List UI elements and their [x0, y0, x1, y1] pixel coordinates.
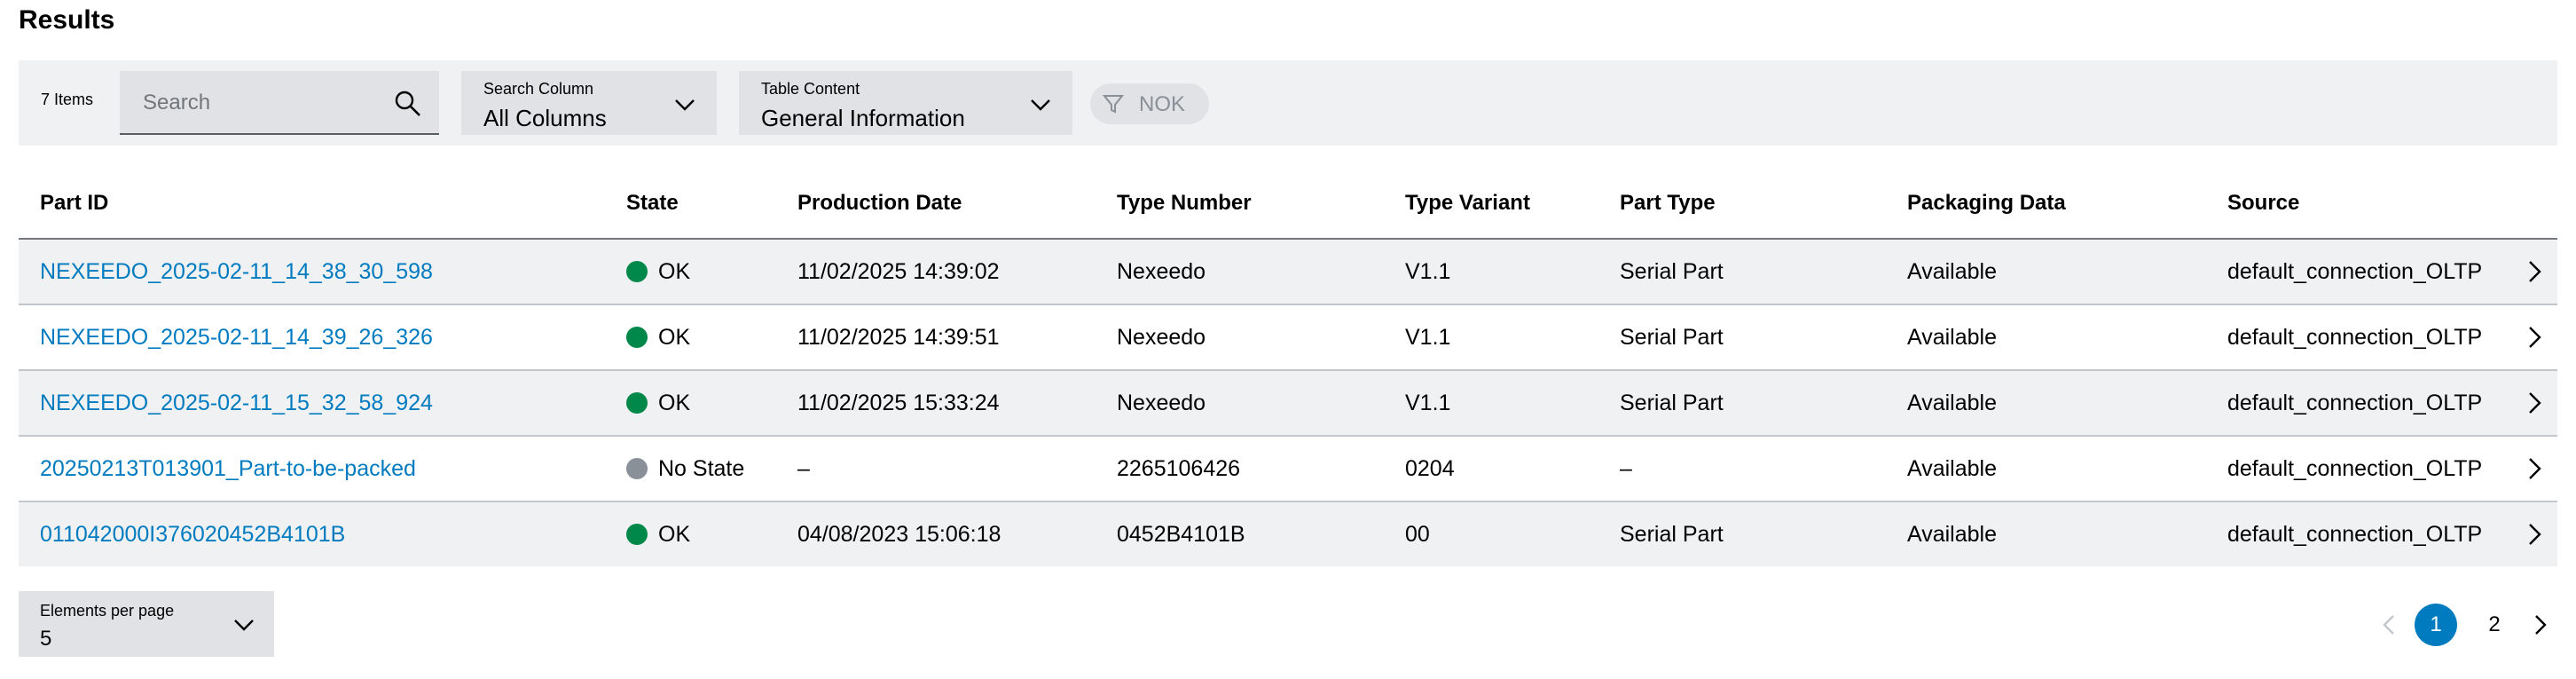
state-text: OK [658, 391, 691, 415]
production-date-cell: 11/02/2025 14:39:02 [797, 259, 1000, 284]
chevron-down-icon [1031, 99, 1050, 111]
source-cell: default_connection_OLTP [2227, 522, 2483, 547]
nok-filter-label: NOK [1139, 92, 1186, 116]
page-1-button[interactable]: 1 [2415, 604, 2457, 646]
part-type-cell: – [1620, 456, 1632, 481]
table-header: Part ID State Production Date Type Numbe… [19, 173, 2557, 240]
search-icon[interactable] [393, 89, 423, 119]
status-dot [626, 392, 648, 414]
source-cell: default_connection_OLTP [2227, 456, 2483, 481]
elements-per-page-label: Elements per page [40, 602, 175, 620]
state-cell: OK [626, 325, 690, 351]
packaging-data-cell: Available [1907, 259, 1998, 284]
header-type-variant[interactable]: Type Variant [1405, 191, 1530, 216]
header-part-type[interactable]: Part Type [1620, 191, 1716, 216]
chevron-down-icon [675, 99, 695, 111]
source-cell: default_connection_OLTP [2227, 259, 2483, 284]
type-variant-cell: V1.1 [1405, 391, 1451, 415]
type-variant-cell: V1.1 [1405, 259, 1451, 284]
chevron-right-icon[interactable] [2524, 391, 2545, 415]
status-dot [626, 458, 648, 479]
state-text: OK [658, 522, 691, 547]
state-text: No State [658, 456, 745, 481]
nok-filter-chip[interactable]: NOK [1090, 83, 1209, 124]
type-number-cell: Nexeedo [1117, 325, 1206, 350]
type-variant-cell: V1.1 [1405, 325, 1451, 350]
page-2-button[interactable]: 2 [2473, 604, 2516, 646]
source-cell: default_connection_OLTP [2227, 325, 2483, 350]
source-cell: default_connection_OLTP [2227, 391, 2483, 415]
production-date-cell: 04/08/2023 15:06:18 [797, 522, 1001, 547]
table-row[interactable]: NEXEEDO_2025-02-11_14_38_30_598 OK 11/02… [19, 240, 2557, 305]
header-part-id[interactable]: Part ID [40, 191, 108, 216]
part-id-link[interactable]: 011042000I376020452B4101B [40, 522, 345, 548]
production-date-cell: – [797, 456, 810, 481]
packaging-data-cell: Available [1907, 522, 1998, 547]
search-input[interactable]: Search [120, 71, 439, 135]
part-id-link[interactable]: NEXEEDO_2025-02-11_14_39_26_326 [40, 325, 433, 351]
elements-per-page-value: 5 [40, 627, 52, 651]
chevron-right-icon[interactable] [2524, 522, 2545, 547]
part-type-cell: Serial Part [1620, 522, 1724, 547]
next-page-icon[interactable] [2528, 604, 2553, 646]
packaging-data-cell: Available [1907, 325, 1998, 350]
state-cell: OK [626, 391, 690, 416]
header-state[interactable]: State [626, 191, 679, 216]
type-number-cell: 0452B4101B [1117, 522, 1245, 547]
state-cell: No State [626, 456, 744, 482]
table-content-label: Table Content [761, 80, 860, 98]
table-row[interactable]: NEXEEDO_2025-02-11_14_39_26_326 OK 11/02… [19, 305, 2557, 371]
status-dot [626, 327, 648, 348]
part-type-cell: Serial Part [1620, 325, 1724, 350]
search-placeholder: Search [143, 91, 211, 114]
table-content-value: General Information [761, 105, 965, 131]
part-type-cell: Serial Part [1620, 391, 1724, 415]
part-id-link[interactable]: 20250213T013901_Part-to-be-packed [40, 456, 416, 482]
type-number-cell: Nexeedo [1117, 259, 1206, 284]
type-variant-cell: 00 [1405, 522, 1430, 547]
packaging-data-cell: Available [1907, 391, 1998, 415]
filter-icon [1103, 95, 1124, 114]
production-date-cell: 11/02/2025 14:39:51 [797, 325, 1000, 350]
page-title: Results [19, 5, 115, 35]
header-production-date[interactable]: Production Date [797, 191, 962, 216]
previous-page-icon[interactable] [2377, 604, 2402, 646]
type-number-cell: 2265106426 [1117, 456, 1241, 481]
table-row[interactable]: 20250213T013901_Part-to-be-packed No Sta… [19, 437, 2557, 502]
search-column-value: All Columns [483, 105, 607, 131]
search-column-select[interactable]: Search Column All Columns [461, 71, 717, 135]
production-date-cell: 11/02/2025 15:33:24 [797, 391, 1000, 415]
state-text: OK [658, 259, 691, 284]
type-variant-cell: 0204 [1405, 456, 1455, 481]
status-dot [626, 524, 648, 545]
header-source[interactable]: Source [2227, 191, 2299, 216]
results-table: Part ID State Production Date Type Numbe… [19, 173, 2557, 566]
state-cell: OK [626, 522, 690, 548]
items-count: 7 Items [41, 91, 94, 108]
table-row[interactable]: NEXEEDO_2025-02-11_15_32_58_924 OK 11/02… [19, 371, 2557, 437]
header-type-number[interactable]: Type Number [1117, 191, 1252, 216]
part-id-link[interactable]: NEXEEDO_2025-02-11_14_38_30_598 [40, 259, 433, 285]
elements-per-page-select[interactable]: Elements per page 5 [19, 591, 274, 657]
packaging-data-cell: Available [1907, 456, 1998, 481]
chevron-right-icon[interactable] [2524, 456, 2545, 481]
chevron-right-icon[interactable] [2524, 259, 2545, 284]
table-row[interactable]: 011042000I376020452B4101B OK 04/08/2023 … [19, 502, 2557, 566]
state-text: OK [658, 325, 691, 350]
results-toolbar: 7 Items Search Search Column All Columns… [19, 60, 2557, 146]
chevron-right-icon[interactable] [2524, 325, 2545, 350]
search-column-label: Search Column [483, 80, 594, 98]
part-id-link[interactable]: NEXEEDO_2025-02-11_15_32_58_924 [40, 391, 433, 416]
state-cell: OK [626, 259, 690, 285]
part-type-cell: Serial Part [1620, 259, 1724, 284]
table-content-select[interactable]: Table Content General Information [739, 71, 1072, 135]
type-number-cell: Nexeedo [1117, 391, 1206, 415]
status-dot [626, 261, 648, 282]
header-packaging-data[interactable]: Packaging Data [1907, 191, 2066, 216]
chevron-down-icon [234, 620, 254, 631]
